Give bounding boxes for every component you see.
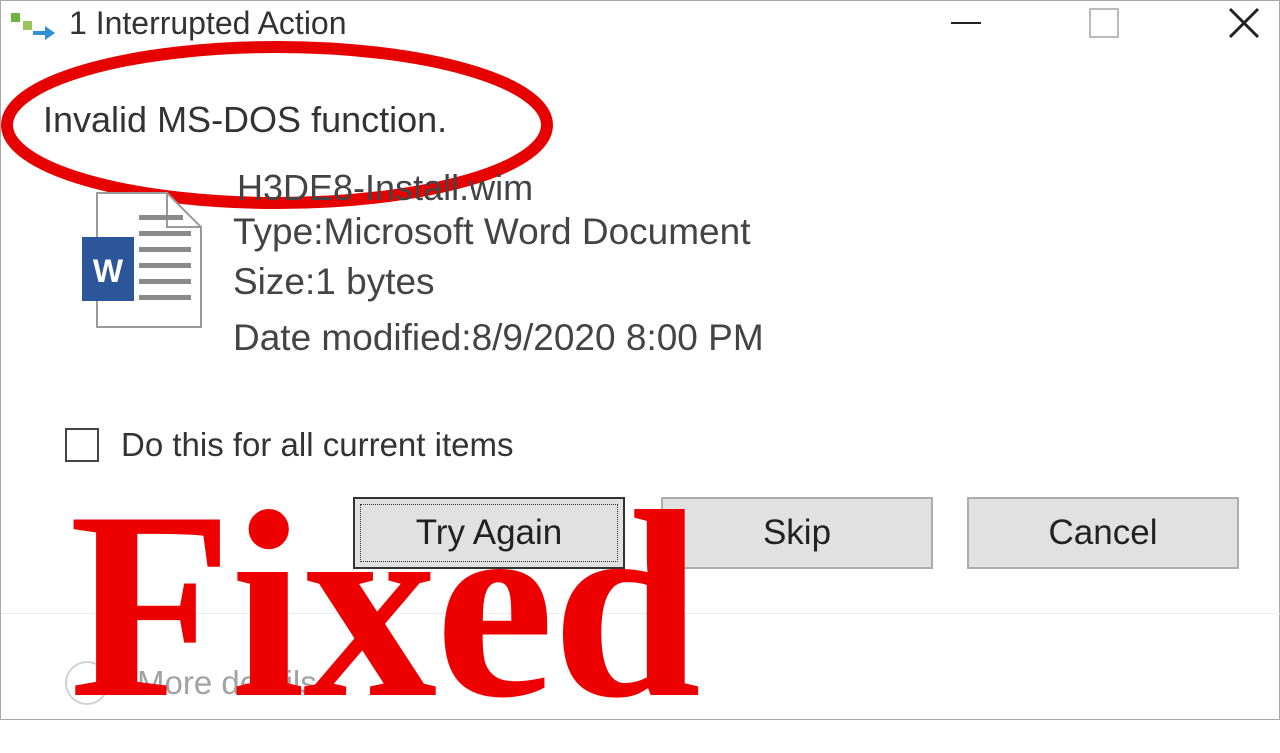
file-type: Type:Microsoft Word Document [233,211,751,252]
file-transfer-icon [11,13,55,40]
file-size: Size:1 bytes [233,261,435,302]
more-details-label: More details [137,664,317,701]
file-date-modified: Date modified:8/9/2020 8:00 PM [233,317,764,358]
close-icon [1228,7,1260,39]
skip-button[interactable]: Skip [661,497,933,569]
more-details-toggle[interactable]: More details [65,657,317,709]
maximize-button[interactable] [1069,1,1139,45]
try-again-button[interactable]: Try Again [353,497,625,569]
close-button[interactable] [1209,1,1279,45]
minimize-button[interactable] [931,1,1001,45]
svg-text:W: W [93,253,124,289]
cancel-button[interactable]: Cancel [967,497,1239,569]
footer-divider [1,613,1280,614]
apply-all-option[interactable]: Do this for all current items [65,425,513,465]
window-title: 1 Interrupted Action [69,5,347,41]
dialog-window: 1 Interrupted Action Invalid MS-DOS func… [0,0,1280,739]
word-document-icon: W [82,192,202,328]
error-message: Invalid MS-DOS function. [43,99,448,140]
chevron-down-icon [65,661,109,705]
minimize-icon [951,22,981,24]
maximize-icon [1089,8,1119,38]
apply-all-checkbox[interactable] [65,428,99,462]
file-name: H3DE8-Install.wim [237,167,534,203]
apply-all-label: Do this for all current items [121,426,514,463]
